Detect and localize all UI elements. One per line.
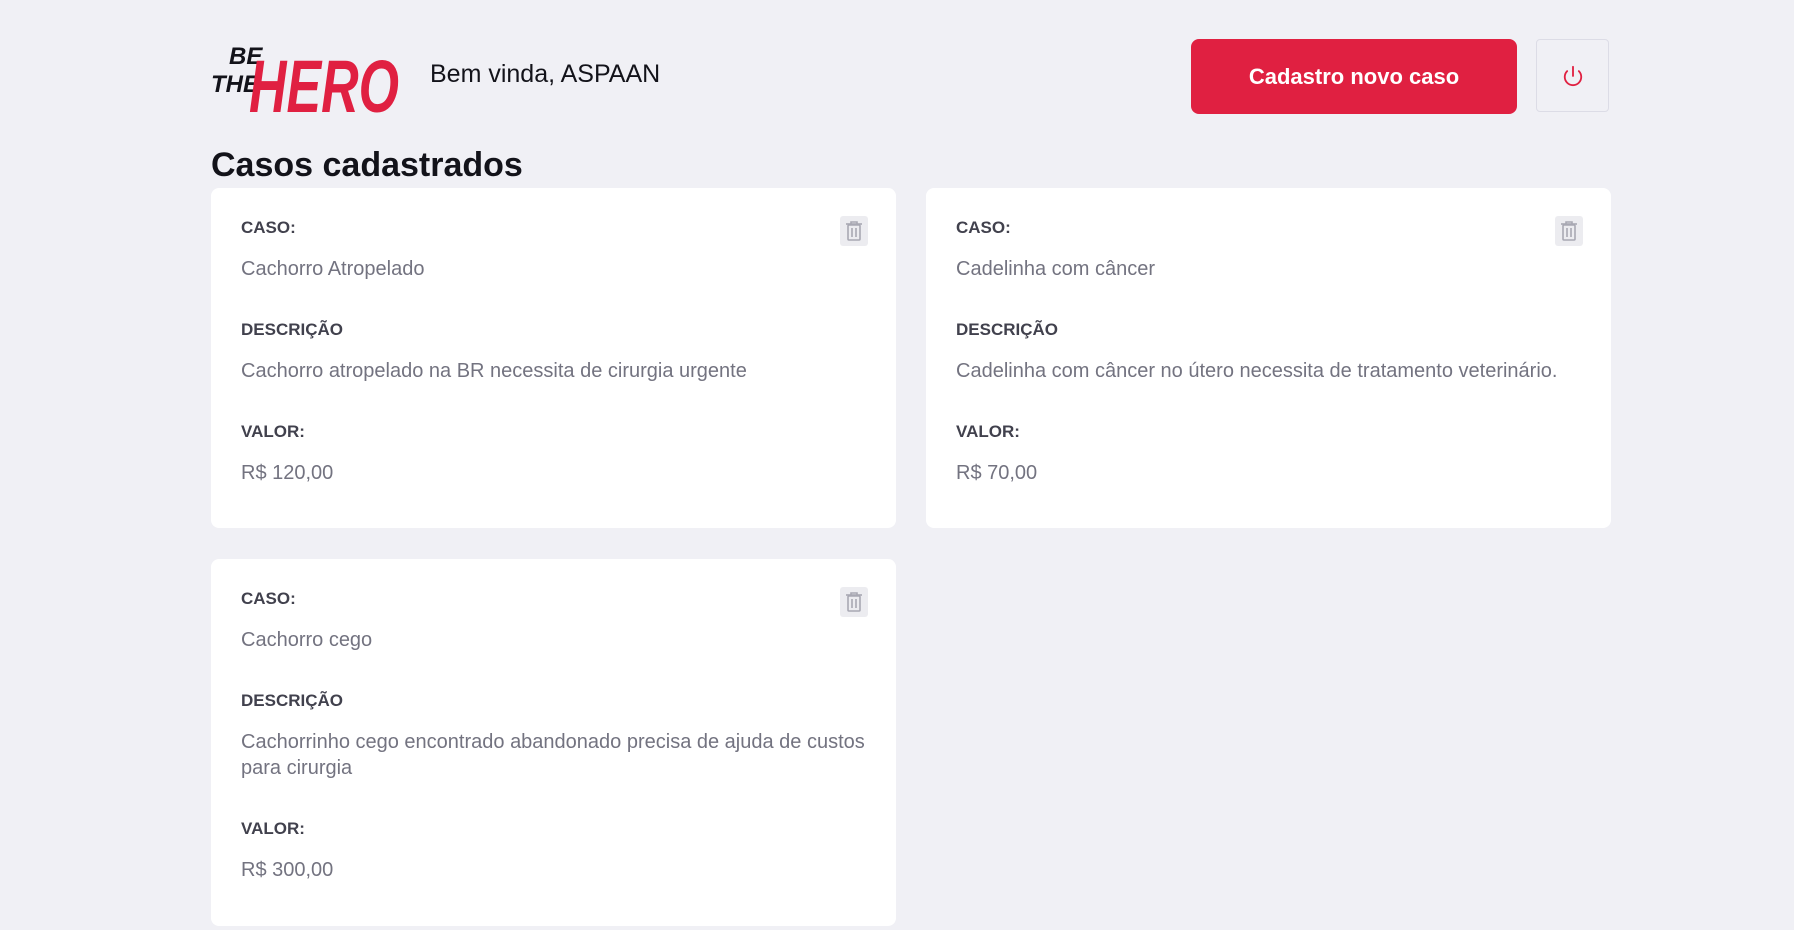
be-the-hero-logo: BE THE HERO — [211, 43, 399, 118]
case-value: R$ 300,00 — [241, 859, 334, 881]
trash-icon — [1561, 221, 1577, 241]
value-label: VALOR: — [956, 422, 1020, 441]
delete-case-button[interactable] — [840, 587, 868, 617]
value-label: VALOR: — [241, 422, 305, 441]
description-label: DESCRIÇÃO — [956, 320, 1059, 339]
new-case-button[interactable]: Cadastro novo caso — [1191, 39, 1517, 114]
description-label: DESCRIÇÃO — [241, 691, 344, 710]
power-icon — [1563, 65, 1582, 86]
welcome-text: Bem vinda, ASPAAN — [430, 60, 661, 88]
case-title: Cachorro Atropelado — [241, 258, 425, 280]
case-card: CASO: Cadelinha com câncer DESCRIÇÃO Cad… — [926, 188, 1611, 528]
case-card: CASO: Cachorro Atropelado DESCRIÇÃO Cach… — [211, 188, 896, 528]
case-label: CASO: — [241, 218, 296, 237]
delete-case-button[interactable] — [1555, 216, 1583, 246]
case-description: Cachorrinho cego encontrado abandonado p… — [241, 731, 865, 779]
case-value: R$ 120,00 — [241, 462, 334, 484]
page-header: BE THE HERO Bem vinda, ASPAAN Cadastro n… — [211, 0, 1611, 152]
trash-icon — [846, 221, 862, 241]
logout-button[interactable] — [1536, 39, 1609, 112]
case-title: Cadelinha com câncer — [956, 258, 1155, 280]
value-label: VALOR: — [241, 819, 305, 838]
case-label: CASO: — [241, 589, 296, 608]
case-card: CASO: Cachorro cego DESCRIÇÃO Cachorrinh… — [211, 559, 896, 926]
case-label: CASO: — [956, 218, 1011, 237]
trash-icon — [846, 592, 862, 612]
svg-text:HERO: HERO — [249, 45, 399, 118]
case-title: Cachorro cego — [241, 629, 373, 651]
case-value: R$ 70,00 — [956, 462, 1038, 484]
page-title: Casos cadastrados — [211, 146, 523, 184]
description-label: DESCRIÇÃO — [241, 320, 344, 339]
delete-case-button[interactable] — [840, 216, 868, 246]
case-description: Cachorro atropelado na BR necessita de c… — [241, 360, 747, 382]
case-description: Cadelinha com câncer no útero necessita … — [956, 360, 1558, 382]
app-container: BE THE HERO Bem vinda, ASPAAN Cadastro n… — [211, 0, 1611, 926]
